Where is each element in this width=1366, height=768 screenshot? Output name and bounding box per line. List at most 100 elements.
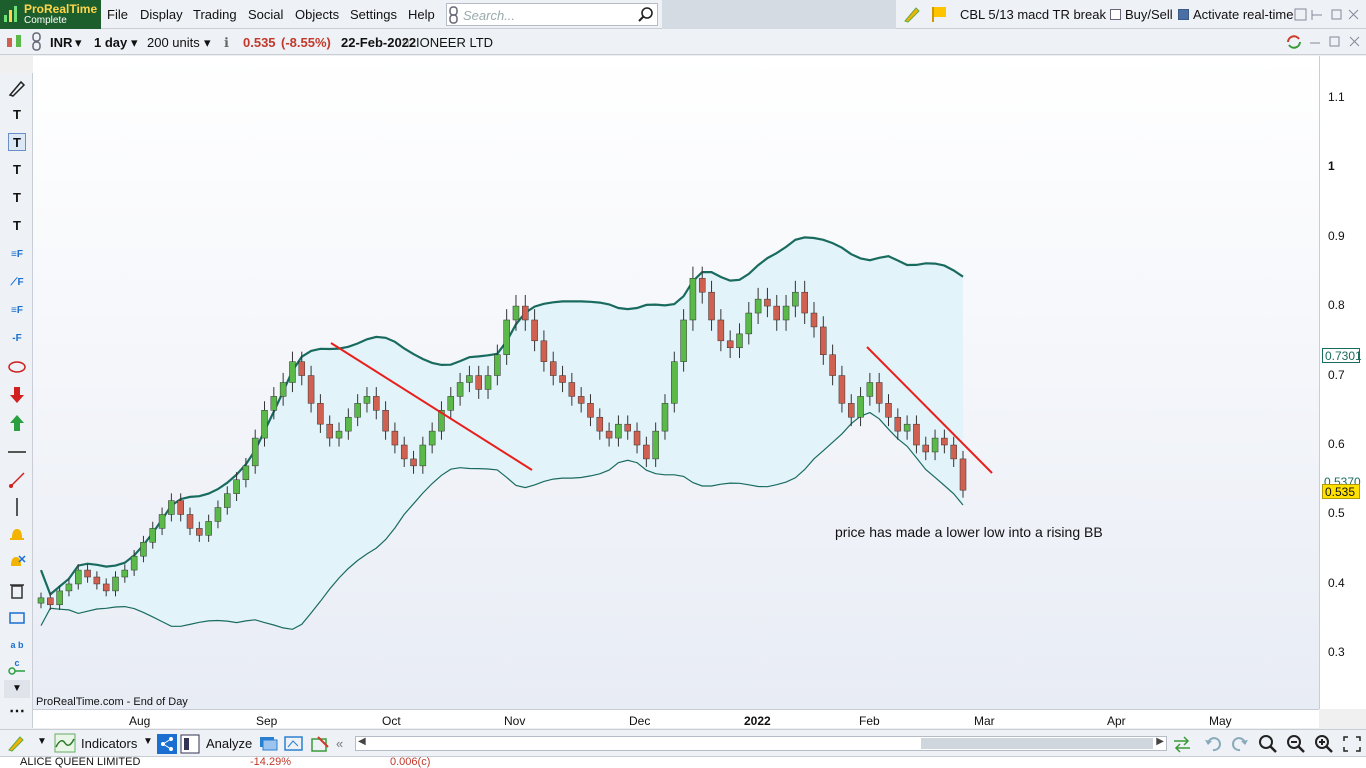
chevron-down-icon[interactable]: ▼ — [4, 680, 30, 698]
watchlist-row[interactable]: ALICE QUEEN LIMITED -14.29% 0.006(c) — [0, 756, 1366, 768]
menu-trading[interactable]: Trading — [193, 7, 237, 22]
arrow-up-icon[interactable] — [8, 414, 26, 432]
more-options-icon[interactable]: ⋯ — [8, 703, 26, 721]
window-controls-icon[interactable] — [1294, 7, 1362, 23]
time-axis[interactable]: Aug Sep Oct Nov Dec 2022 Feb Mar Apr May — [33, 709, 1319, 728]
alert-delete-icon[interactable] — [8, 553, 26, 571]
scroll-right-icon[interactable]: ▶ — [1156, 736, 1164, 747]
period-selector[interactable]: 1 day — [94, 35, 127, 50]
price-axis[interactable]: 1.1 1 0.9 0.8 0.7 0.6 0.5 0.4 0.3 — [1319, 56, 1366, 709]
candle-body — [913, 423, 920, 446]
app-logo[interactable]: ProRealTime Complete — [0, 0, 101, 29]
candle-body — [102, 583, 110, 592]
ellipse-icon[interactable] — [8, 358, 26, 376]
text-box-icon[interactable]: T — [8, 133, 26, 151]
indicators-icon[interactable] — [54, 733, 76, 753]
horizontal-line-icon[interactable] — [8, 443, 26, 461]
fib-lines-icon[interactable]: -F — [8, 330, 26, 348]
analyze-icon[interactable] — [180, 734, 200, 754]
chevron-down-icon[interactable]: ▾ — [75, 35, 82, 51]
candle-body — [875, 382, 883, 404]
chevron-down-icon[interactable]: ▼ — [143, 736, 153, 747]
candle-body — [149, 528, 157, 543]
text-tool-icon[interactable]: T — [8, 189, 26, 207]
candle-body — [736, 333, 743, 349]
analyze-button[interactable]: Analyze — [206, 736, 252, 751]
buy-sell-button[interactable]: Buy/Sell — [1110, 7, 1173, 22]
share-icon[interactable] — [157, 734, 177, 754]
candle-body — [726, 340, 734, 349]
undo-icon[interactable] — [1203, 735, 1223, 753]
chat-icon[interactable] — [259, 735, 279, 753]
candle-body — [754, 298, 762, 314]
fibonacci-icon[interactable]: ≡F — [8, 246, 26, 264]
y-tick-label: 0.9 — [1328, 228, 1345, 243]
rectangle-icon[interactable] — [8, 609, 26, 627]
activate-realtime-button[interactable]: Activate real-time — [1178, 7, 1293, 22]
candle-body — [289, 361, 296, 383]
candle-body — [549, 361, 557, 376]
menu-help[interactable]: Help — [408, 7, 435, 22]
arrows-icon[interactable] — [1172, 735, 1192, 753]
units-selector[interactable]: 200 units — [147, 35, 200, 50]
chevron-down-icon[interactable]: ▼ — [37, 736, 47, 747]
text-tool-icon[interactable]: T — [8, 217, 26, 235]
chevron-down-icon[interactable]: ▾ — [131, 35, 138, 51]
search-box[interactable]: Search... — [446, 3, 658, 26]
scroll-left-icon[interactable]: ◀ — [358, 736, 366, 747]
abc-pattern-icon[interactable]: a b c — [8, 636, 26, 668]
candle-body — [698, 278, 706, 293]
instrument-name: IONEER LTD — [416, 35, 494, 50]
search-icon[interactable] — [638, 7, 654, 23]
price-chart[interactable] — [33, 56, 1319, 709]
arrow-down-icon[interactable] — [8, 386, 26, 404]
info-icon[interactable]: ℹ — [224, 35, 229, 51]
chart-scrollbar[interactable]: ◀ ▶ — [355, 736, 1167, 751]
window-controls-icon[interactable] — [1308, 34, 1364, 50]
zoom-in-icon[interactable] — [1313, 734, 1335, 754]
fit-screen-icon[interactable] — [1342, 735, 1362, 753]
pencil-icon[interactable] — [902, 4, 922, 24]
trash-icon[interactable] — [8, 581, 26, 599]
candle-body — [512, 305, 520, 321]
refresh-icon[interactable] — [1284, 33, 1304, 51]
text-tool-icon[interactable]: T — [8, 106, 26, 124]
fib-fan-icon[interactable]: ⟋F — [8, 274, 26, 292]
candle-body — [587, 403, 594, 418]
chart-annotation[interactable]: price has made a lower low into a rising… — [835, 524, 1103, 540]
indicators-button[interactable]: Indicators — [81, 736, 137, 751]
workspace-name[interactable]: CBL 5/13 macd TR break — [960, 7, 1106, 22]
y-tick-label: 0.5 — [1328, 506, 1345, 521]
pencil-icon[interactable] — [6, 733, 30, 753]
symbol-selector[interactable]: INR — [50, 35, 72, 50]
menu-social[interactable]: Social — [248, 7, 283, 22]
flag-icon[interactable] — [930, 5, 948, 23]
candlestick-icon[interactable] — [5, 33, 25, 51]
menu-settings[interactable]: Settings — [350, 7, 397, 22]
tools-icon[interactable] — [310, 735, 330, 753]
tab-strip[interactable] — [662, 0, 896, 29]
link-icon[interactable] — [448, 5, 460, 25]
alert-bell-icon[interactable] — [8, 525, 26, 543]
redo-icon[interactable] — [1230, 735, 1250, 753]
drawing-tools-panel: T T T T T ≡F ⟋F ≡F -F a b c ▼ ⋯ — [0, 73, 33, 728]
candle-body — [186, 514, 194, 529]
menu-display[interactable]: Display — [140, 7, 183, 22]
link-chain-icon[interactable] — [30, 31, 44, 53]
chevron-down-icon[interactable]: ▾ — [204, 35, 211, 51]
zoom-out-icon[interactable] — [1285, 734, 1307, 754]
scroll-left-far-icon[interactable]: « — [336, 736, 343, 751]
screenshot-icon[interactable] — [284, 735, 304, 753]
trend-line-icon[interactable] — [8, 471, 26, 489]
y-tick-label: 0.7 — [1328, 367, 1345, 382]
menu-objects[interactable]: Objects — [295, 7, 339, 22]
menu-file[interactable]: File — [107, 7, 128, 22]
fib-levels-icon[interactable]: ≡F — [8, 302, 26, 320]
x-tick-label: Sep — [256, 714, 278, 728]
scrollbar-thumb[interactable] — [921, 738, 1153, 749]
zoom-icon[interactable] — [1257, 734, 1279, 754]
vertical-line-icon[interactable] — [8, 498, 26, 516]
candle-body — [130, 555, 138, 571]
pencil-draw-icon[interactable] — [8, 79, 26, 97]
text-tool-icon[interactable]: T — [8, 161, 26, 179]
